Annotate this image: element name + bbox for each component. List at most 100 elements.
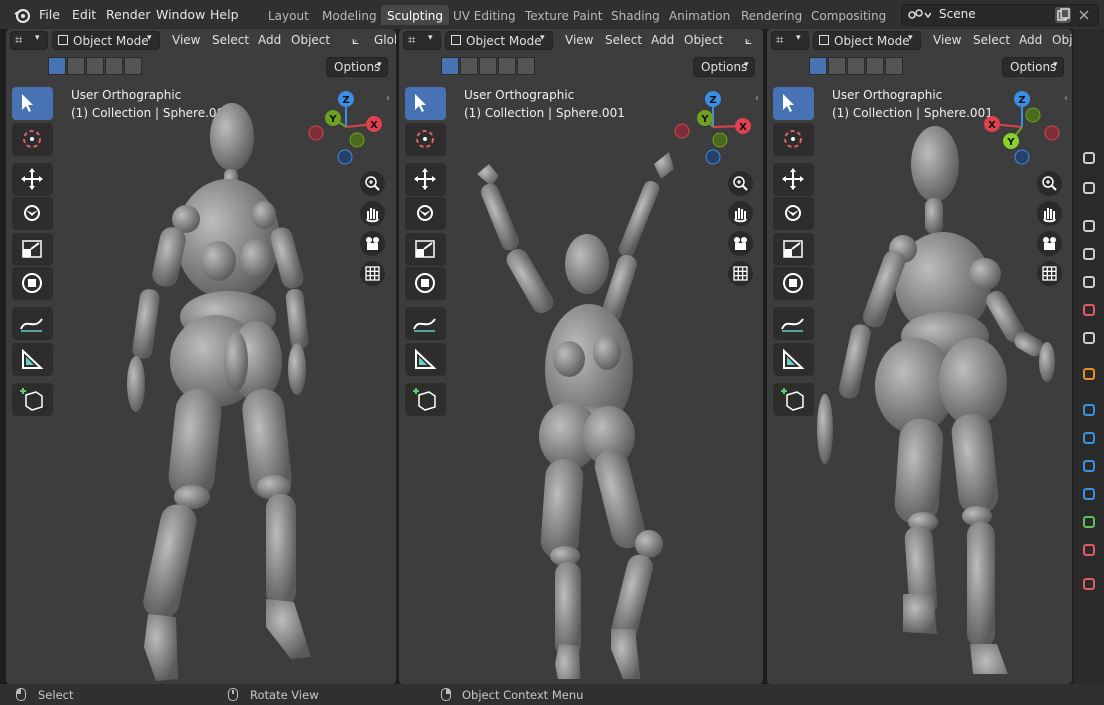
tool-rotate[interactable] bbox=[12, 197, 53, 230]
select-invert-icon[interactable] bbox=[105, 57, 123, 75]
modifier-icon[interactable] bbox=[1081, 402, 1097, 418]
tool-add-cube[interactable] bbox=[405, 383, 446, 416]
tool-select-box[interactable] bbox=[12, 87, 53, 120]
object-icon[interactable] bbox=[1081, 366, 1097, 382]
scene-icon[interactable] bbox=[1081, 274, 1097, 290]
menu-object[interactable]: Object bbox=[684, 33, 723, 47]
tab-texture-paint[interactable]: Texture Paint bbox=[525, 9, 602, 23]
editor-type-dropdown[interactable]: ⌗ ▾ bbox=[403, 31, 441, 50]
tool-measure[interactable] bbox=[12, 343, 53, 376]
menu-view[interactable]: View bbox=[565, 33, 593, 47]
tool-select-box[interactable] bbox=[405, 87, 446, 120]
menu-object[interactable]: Obj bbox=[1052, 33, 1072, 47]
transform-orientation-icon[interactable]: ⟀ bbox=[745, 33, 752, 48]
orientation-label[interactable]: Glob bbox=[374, 33, 396, 47]
select-subtract-icon[interactable] bbox=[479, 57, 497, 75]
tab-animation[interactable]: Animation bbox=[669, 9, 730, 23]
tool-cursor[interactable] bbox=[773, 123, 814, 156]
options-dropdown[interactable]: Options ▾ bbox=[326, 57, 388, 77]
viewport-2[interactable]: ⌗ ▾ Object Mode ▾ View Select Add Object… bbox=[399, 29, 763, 684]
navigation-gizmo[interactable]: Z X Y bbox=[306, 87, 386, 167]
camera-button[interactable] bbox=[728, 231, 753, 256]
constraints-icon[interactable] bbox=[1081, 486, 1097, 502]
options-dropdown[interactable]: Options ▾ bbox=[693, 57, 755, 77]
menu-render[interactable]: Render bbox=[106, 7, 151, 22]
tab-shading[interactable]: Shading bbox=[611, 9, 660, 23]
world-icon[interactable] bbox=[1081, 302, 1097, 318]
tool-cursor[interactable] bbox=[405, 123, 446, 156]
particles-icon[interactable] bbox=[1081, 430, 1097, 446]
editor-type-dropdown[interactable]: ⌗ ▾ bbox=[10, 31, 48, 50]
menu-file[interactable]: File bbox=[39, 7, 60, 22]
new-scene-icon[interactable] bbox=[1054, 6, 1072, 24]
output-icon[interactable] bbox=[1081, 218, 1097, 234]
zoom-button[interactable] bbox=[728, 171, 753, 196]
select-invert-icon[interactable] bbox=[498, 57, 516, 75]
tool-icon[interactable] bbox=[1081, 150, 1097, 166]
physics-icon[interactable] bbox=[1081, 458, 1097, 474]
tab-sculpting[interactable]: Sculpting bbox=[381, 5, 450, 25]
tab-layout[interactable]: Layout bbox=[268, 9, 309, 23]
menu-select[interactable]: Select bbox=[605, 33, 642, 47]
menu-edit[interactable]: Edit bbox=[72, 7, 96, 22]
grid-perspective-button[interactable] bbox=[728, 261, 753, 286]
menu-view[interactable]: View bbox=[933, 33, 961, 47]
tool-move[interactable] bbox=[12, 163, 53, 196]
options-dropdown[interactable]: Options ▾ bbox=[1002, 57, 1064, 77]
collapse-chevron-icon[interactable]: ‹ bbox=[386, 93, 390, 104]
tool-scale[interactable] bbox=[12, 233, 53, 266]
mode-dropdown[interactable]: Object Mode ▾ bbox=[52, 31, 160, 50]
select-intersect-icon[interactable] bbox=[885, 57, 903, 75]
select-subtract-icon[interactable] bbox=[86, 57, 104, 75]
tool-select-box[interactable] bbox=[773, 87, 814, 120]
select-new-icon[interactable] bbox=[441, 57, 459, 75]
tool-measure[interactable] bbox=[405, 343, 446, 376]
select-subtract-icon[interactable] bbox=[847, 57, 865, 75]
pan-hand-button[interactable] bbox=[728, 201, 753, 226]
view-layer-icon[interactable] bbox=[1081, 246, 1097, 262]
mode-dropdown[interactable]: Object Mode ▾ bbox=[813, 31, 921, 50]
menu-object[interactable]: Object bbox=[291, 33, 330, 47]
tool-add-cube[interactable] bbox=[773, 383, 814, 416]
tool-transform[interactable] bbox=[405, 267, 446, 300]
tool-transform[interactable] bbox=[12, 267, 53, 300]
select-extend-icon[interactable] bbox=[828, 57, 846, 75]
render-icon[interactable] bbox=[1081, 180, 1097, 196]
tool-scale[interactable] bbox=[405, 233, 446, 266]
pan-hand-button[interactable] bbox=[360, 201, 385, 226]
tool-annotate[interactable] bbox=[405, 307, 446, 340]
tab-modeling[interactable]: Modeling bbox=[322, 9, 377, 23]
menu-window[interactable]: Window bbox=[156, 7, 205, 22]
material-icon[interactable] bbox=[1081, 542, 1097, 558]
menu-select[interactable]: Select bbox=[973, 33, 1010, 47]
blender-logo-icon[interactable] bbox=[14, 7, 30, 23]
zoom-button[interactable] bbox=[360, 171, 385, 196]
tool-rotate[interactable] bbox=[405, 197, 446, 230]
data-icon[interactable] bbox=[1081, 514, 1097, 530]
viewport-3[interactable]: ⌗ ▾ Object Mode ▾ View Select Add Obj Op… bbox=[767, 29, 1072, 684]
select-new-icon[interactable] bbox=[48, 57, 66, 75]
close-icon[interactable] bbox=[1078, 9, 1090, 21]
texture-icon[interactable] bbox=[1081, 576, 1097, 592]
camera-button[interactable] bbox=[360, 231, 385, 256]
select-extend-icon[interactable] bbox=[460, 57, 478, 75]
transform-orientation-icon[interactable]: ⟀ bbox=[352, 33, 359, 48]
scene-selector[interactable]: Scene bbox=[901, 4, 1099, 26]
mode-dropdown[interactable]: Object Mode ▾ bbox=[445, 31, 553, 50]
menu-help[interactable]: Help bbox=[210, 7, 239, 22]
select-invert-icon[interactable] bbox=[866, 57, 884, 75]
tab-rendering[interactable]: Rendering bbox=[741, 9, 802, 23]
tool-annotate[interactable] bbox=[12, 307, 53, 340]
tool-transform[interactable] bbox=[773, 267, 814, 300]
menu-add[interactable]: Add bbox=[651, 33, 674, 47]
menu-select[interactable]: Select bbox=[212, 33, 249, 47]
tool-measure[interactable] bbox=[773, 343, 814, 376]
editor-type-dropdown[interactable]: ⌗ ▾ bbox=[771, 31, 809, 50]
menu-view[interactable]: View bbox=[172, 33, 200, 47]
collapse-chevron-icon[interactable]: ‹ bbox=[1064, 93, 1068, 104]
select-intersect-icon[interactable] bbox=[517, 57, 535, 75]
tool-rotate[interactable] bbox=[773, 197, 814, 230]
tool-scale[interactable] bbox=[773, 233, 814, 266]
tool-add-cube[interactable] bbox=[12, 383, 53, 416]
grid-perspective-button[interactable] bbox=[360, 261, 385, 286]
